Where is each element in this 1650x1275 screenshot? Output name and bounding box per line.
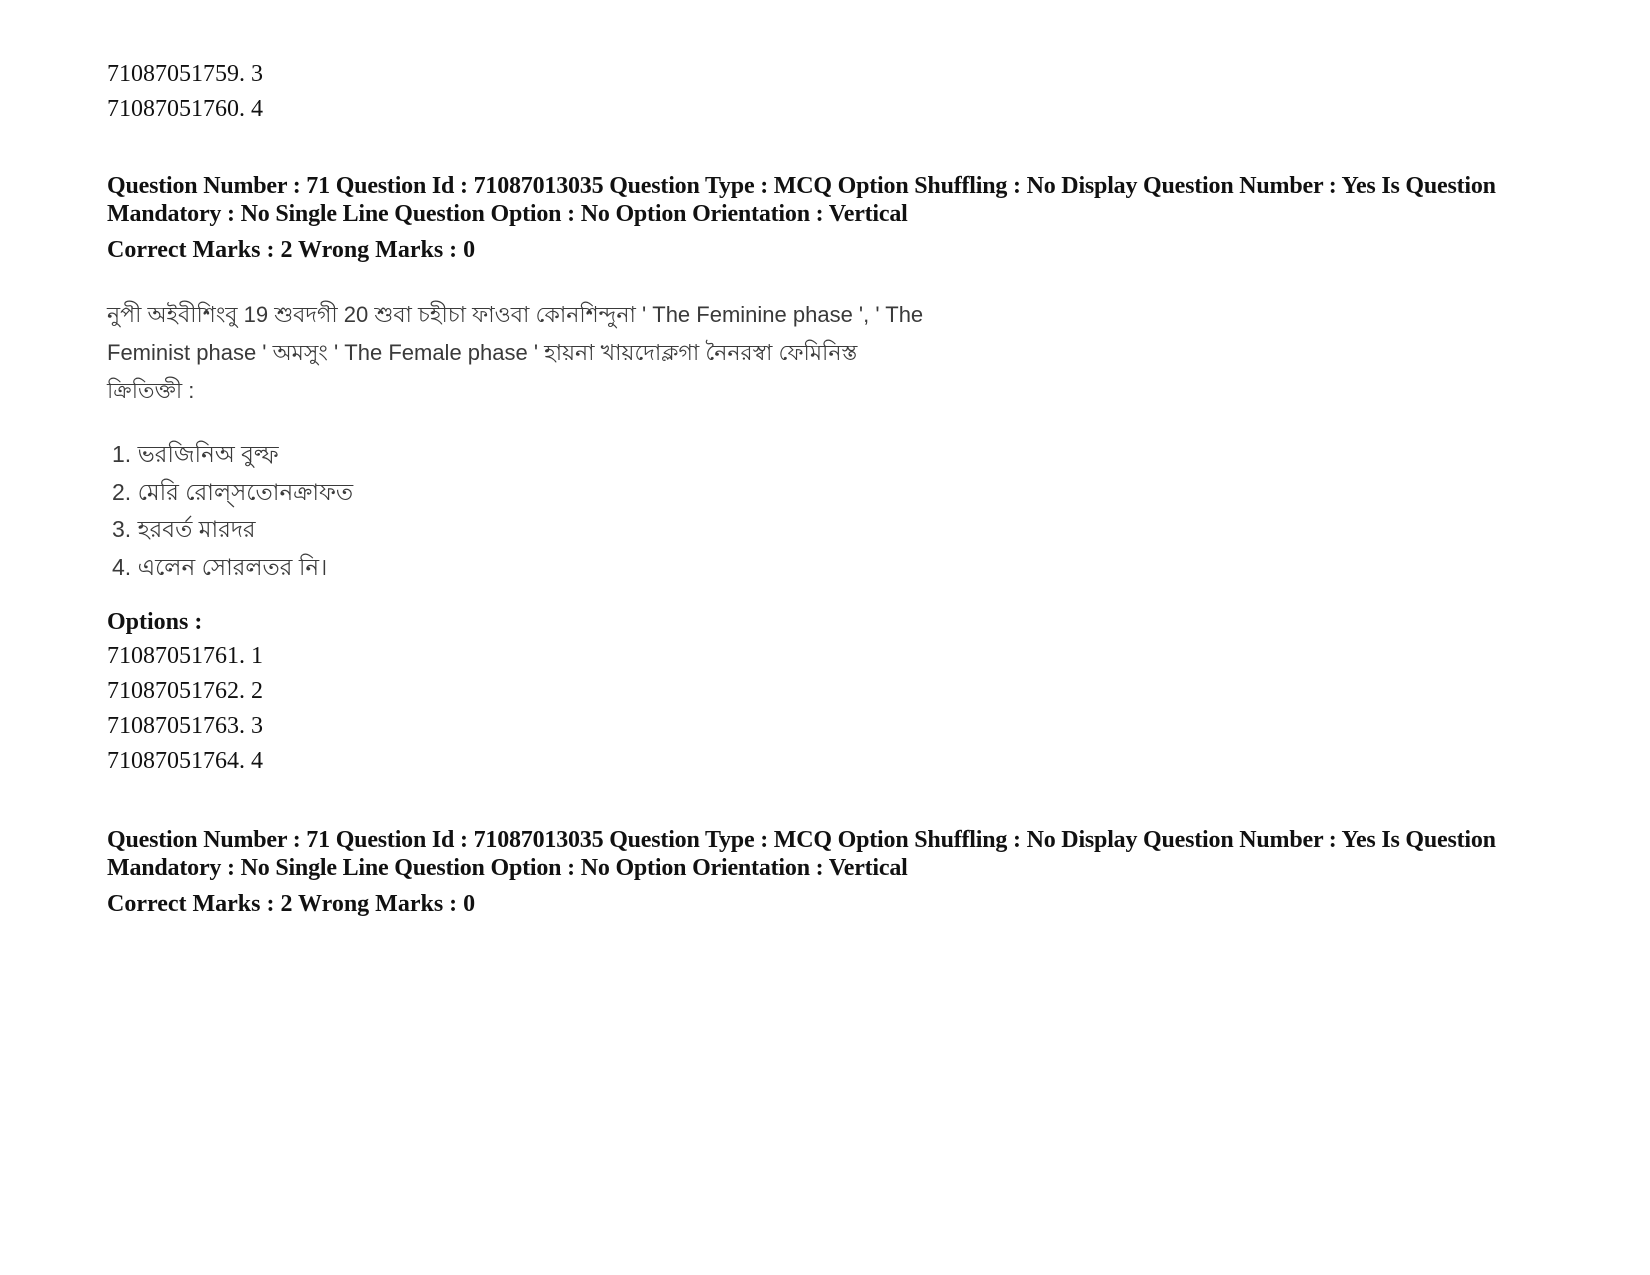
question-marks: Correct Marks : 2 Wrong Marks : 0	[107, 891, 476, 917]
question-passage-line: ক্রিতিক্তী :	[107, 378, 195, 403]
statement-item: 2. মেরি রোল্সতোনক্রাফত	[112, 479, 354, 505]
question-header: Question Number : 71 Question Id : 71087…	[107, 827, 1496, 881]
options-label: Options :	[107, 609, 203, 635]
option-item: 71087051759. 3	[107, 61, 263, 87]
option-item: 71087051762. 2	[107, 678, 263, 704]
option-item: 71087051764. 4	[107, 748, 263, 774]
option-item: 71087051760. 4	[107, 96, 263, 122]
question-passage-line: Feminist phase ' অমসুং ' The Female phas…	[107, 340, 858, 365]
statement-item: 1. ভরজিনিঅ বুল্ফ	[112, 441, 279, 467]
question-passage-line: নুপী অইবীশিংবু 19 শুবদগী 20 শুবা চহীচা ফ…	[107, 302, 924, 327]
option-item: 71087051761. 1	[107, 643, 263, 669]
option-item: 71087051763. 3	[107, 713, 263, 739]
question-header: Question Number : 71 Question Id : 71087…	[107, 173, 1496, 227]
question-marks: Correct Marks : 2 Wrong Marks : 0	[107, 237, 476, 263]
statement-item: 3. হরবর্ত মারদর	[112, 516, 256, 542]
statement-item: 4. এলেন সোরলতর নি।	[112, 554, 328, 580]
